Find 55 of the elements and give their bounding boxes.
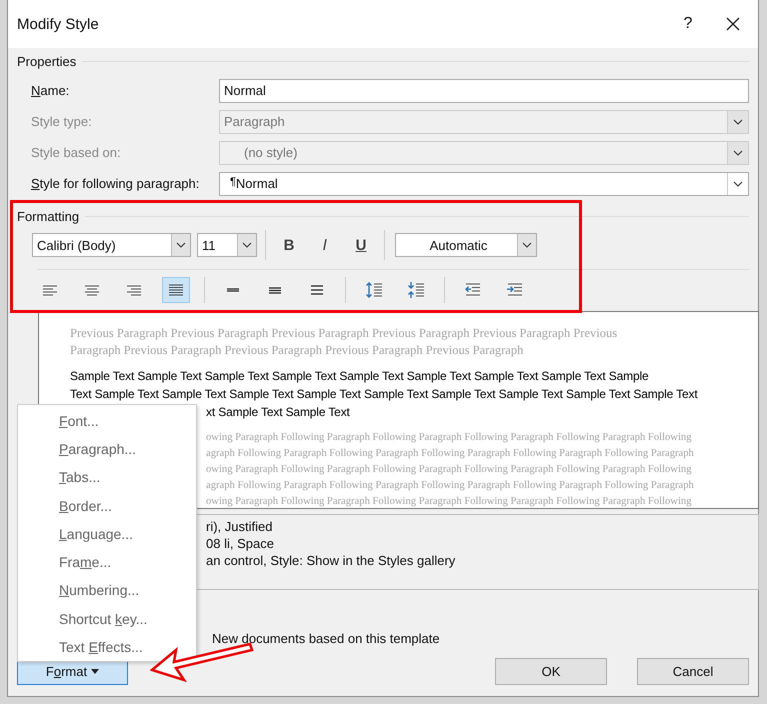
field-label: Style for following paragraph: xyxy=(31,176,200,191)
description-text: an control, Style: Show in the Styles gallery xyxy=(206,552,456,569)
one-half-spacing-icon xyxy=(268,286,282,294)
field-label: Name: xyxy=(31,83,70,98)
preview-text: agraph Following Paragraph Following Paragraph Following Paragraph Following Paragraph Following Paragraph xyxy=(206,447,694,461)
preview-text: xt Sample Text Sample Text xyxy=(206,404,350,421)
chevron-down-icon xyxy=(522,242,532,248)
single-spacing-icon xyxy=(226,288,240,292)
chevron-down-icon xyxy=(733,180,743,186)
increase-spacing-icon xyxy=(365,281,383,299)
name-field[interactable]: Normal xyxy=(219,78,749,102)
font-color-dropdown[interactable]: Automatic xyxy=(395,233,537,257)
preview-text: owing Paragraph Following Paragraph Following Paragraph Following Paragraph Following Paragraph Following xyxy=(206,495,692,509)
decrease-spacing-icon xyxy=(407,281,425,299)
ok-button[interactable]: OK xyxy=(495,658,607,685)
close-icon xyxy=(725,16,741,32)
field-label: Style based on: xyxy=(31,145,122,160)
chevron-down-icon xyxy=(733,150,743,156)
field-label: Style type: xyxy=(31,114,93,129)
menu-item[interactable]: Paragraph... xyxy=(59,440,136,458)
preview-text: Paragraph Previous Paragraph Previous Paragraph Previous Paragraph Previous Paragraph xyxy=(70,342,524,358)
description-text: ri), Justified xyxy=(206,518,274,535)
menu-item[interactable]: Text Effects... xyxy=(59,639,143,656)
menu-item[interactable]: Border... xyxy=(59,498,112,515)
bold-button[interactable]: B xyxy=(274,233,304,257)
italic-button[interactable]: I xyxy=(310,233,340,257)
preview-text: Text Sample Text Sample Text Sample Text Sample Text Sample Text Sample Text Sample Text Sample Text Sample Text xyxy=(70,386,699,403)
window-title: Modify Style xyxy=(17,16,99,32)
cancel-button[interactable]: Cancel xyxy=(637,658,749,685)
preview-text: agraph Following Paragraph Following Paragraph Following Paragraph Following Paragraph Following Paragraph xyxy=(206,479,694,493)
menu-item[interactable]: Font... xyxy=(59,412,99,430)
preview-text: Sample Text Sample Text Sample Text Sample Text Sample Text Sample Text Sample Text Sample Text Sample xyxy=(70,368,650,385)
menu-item[interactable]: Frame... xyxy=(59,554,112,572)
toolbar-button[interactable] xyxy=(162,277,190,303)
section-label: Properties xyxy=(17,54,76,68)
menu-item[interactable]: Tabs... xyxy=(59,469,100,486)
option-label: New documents based on this template xyxy=(212,631,440,646)
caret-icon xyxy=(91,669,100,674)
font-size-dropdown[interactable]: 11 xyxy=(197,233,257,257)
chevron-down-icon xyxy=(176,242,186,248)
preview-text: owing Paragraph Following Paragraph Following Paragraph Following Paragraph Following Paragraph Following xyxy=(206,463,692,477)
font-dropdown[interactable]: Calibri (Body) xyxy=(32,233,191,257)
menu-item[interactable]: Numbering... xyxy=(59,582,140,600)
menu-item[interactable]: Language... xyxy=(59,526,133,543)
underline-button[interactable]: U xyxy=(346,233,376,257)
help-button[interactable]: ? xyxy=(668,4,708,44)
dropdown-field[interactable]: ¶Normal xyxy=(219,172,749,196)
preview-text: owing Paragraph Following Paragraph Following Paragraph Following Paragraph Following Paragraph Following xyxy=(206,431,692,445)
double-spacing-icon xyxy=(310,285,324,295)
description-text: 08 li, Space xyxy=(206,535,275,552)
section-label: Formatting xyxy=(17,208,80,224)
chevron-down-icon xyxy=(733,118,743,124)
chevron-down-icon xyxy=(242,242,252,248)
preview-text: Previous Paragraph Previous Paragraph Previous Paragraph Previous Paragraph Previous Paragraph Previous xyxy=(70,325,618,342)
menu-item[interactable]: Shortcut key... xyxy=(59,610,148,628)
